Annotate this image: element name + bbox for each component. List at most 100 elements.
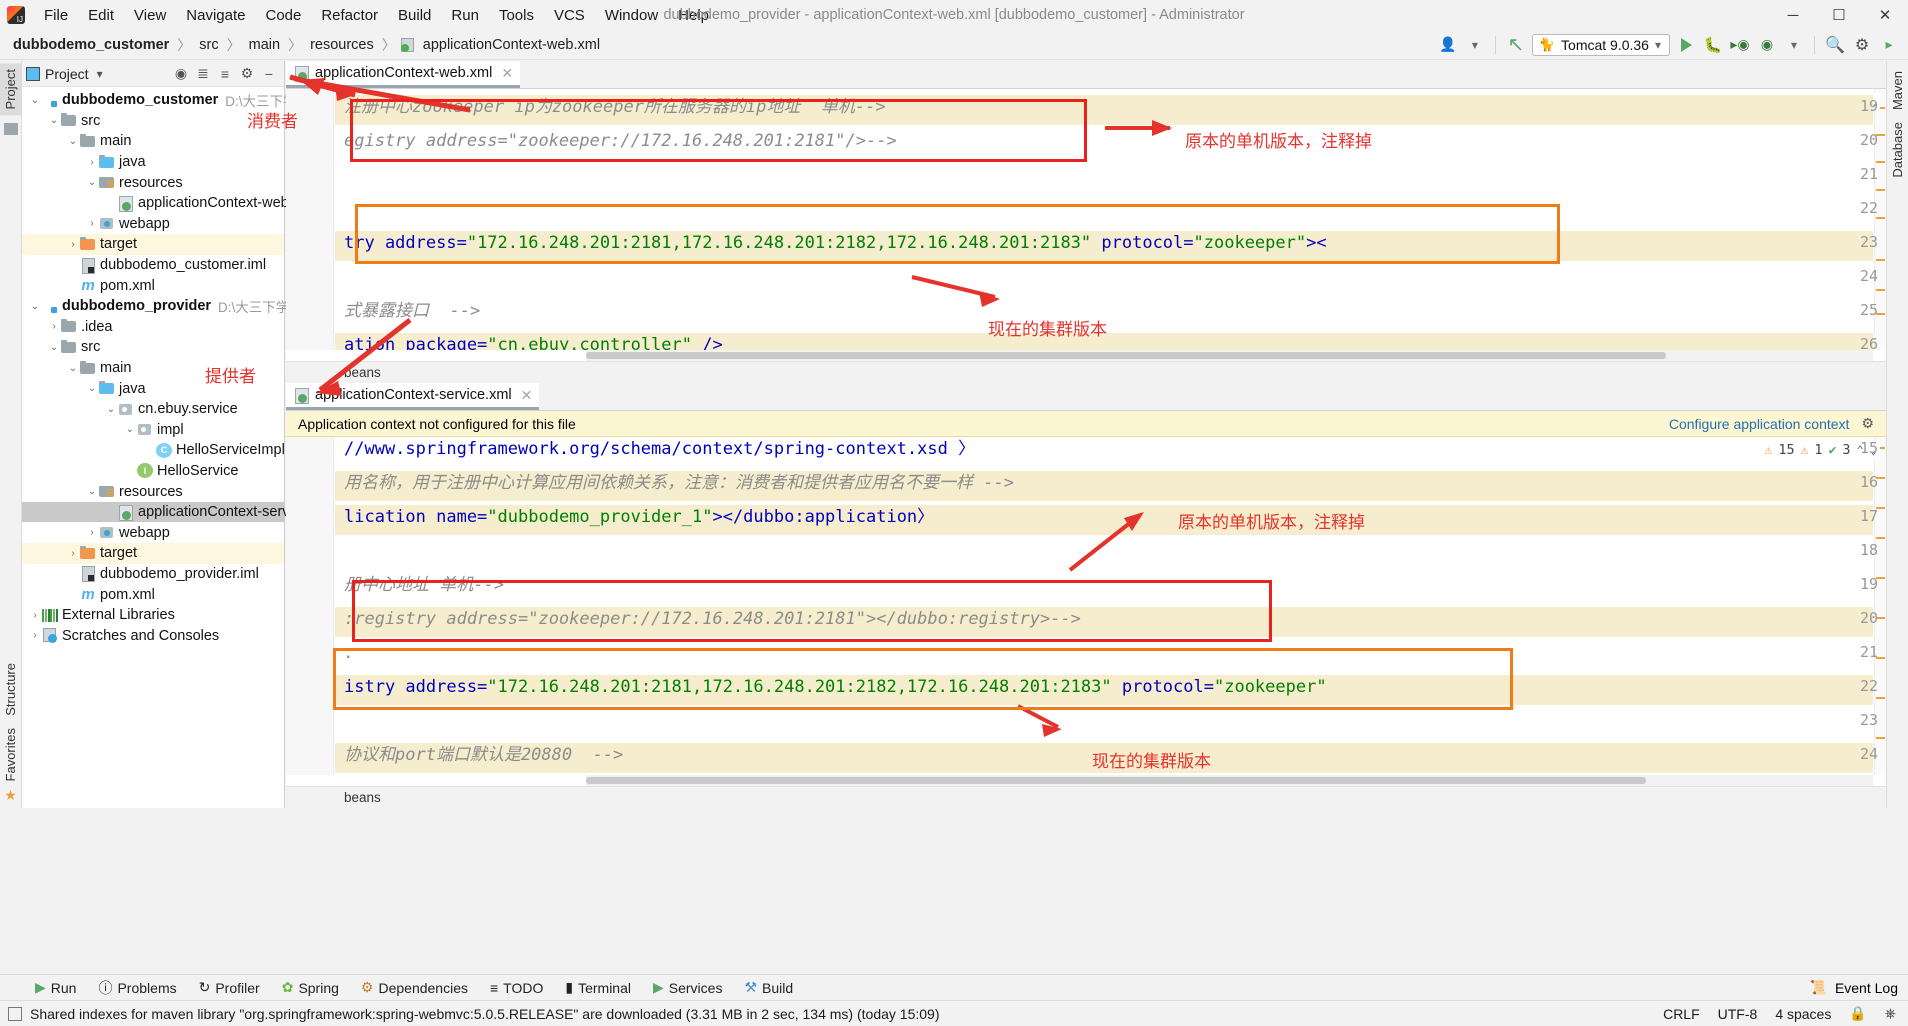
toolwindow-build[interactable]: ⚒ Build (733, 979, 804, 996)
chevron-right-icon[interactable]: › (123, 465, 137, 476)
locate-icon[interactable]: ◉ (170, 63, 192, 85)
chevron-down-icon[interactable]: ⌄ (85, 383, 99, 394)
tree-node-webapp[interactable]: › webapp (22, 522, 284, 543)
chevron-right-icon[interactable]: › (66, 280, 80, 291)
tree-node-helloserviceimpl[interactable]: ›CHelloServiceImpl (22, 440, 285, 461)
tree-node-main[interactable]: ⌄ main (22, 131, 284, 152)
chevron-right-icon[interactable]: › (104, 507, 118, 518)
editor-tab-applicationcontext-web[interactable]: applicationContext-web.xml ✕ (286, 61, 521, 88)
tree-node-idea[interactable]: › .idea (22, 317, 284, 338)
minimize-button[interactable]: ─ (1770, 0, 1816, 30)
chevron-down-icon[interactable]: ⌄ (85, 486, 99, 497)
toolwindow-todo[interactable]: ≡ TODO (479, 980, 554, 996)
window-controls[interactable]: ─ ☐ ✕ (1770, 0, 1908, 30)
user-group-icon[interactable]: 👤 (1437, 34, 1459, 56)
gear-icon[interactable]: ⚙ (236, 63, 258, 85)
tree-node-webapp[interactable]: › webapp (22, 214, 284, 235)
chevron-down-icon[interactable]: ⌄ (85, 177, 99, 188)
debug-icon[interactable]: 🐛 (1702, 34, 1724, 56)
chevron-right-icon[interactable]: › (66, 548, 80, 559)
breadcrumb-module[interactable]: dubbodemo_customer (10, 36, 172, 54)
profiler-icon[interactable]: ◉ (1756, 34, 1778, 56)
line-separator-label[interactable]: CRLF (1663, 1006, 1700, 1022)
breadcrumb-main[interactable]: main (246, 36, 283, 54)
chevron-down-icon[interactable]: ⌄ (47, 342, 61, 353)
structure-mini-icon[interactable] (3, 123, 18, 136)
chevron-right-icon[interactable]: › (28, 630, 42, 641)
close-icon[interactable]: ✕ (521, 387, 533, 404)
tree-node-dubbodemo-provider-iml[interactable]: › dubbodemo_provider.iml (22, 564, 284, 585)
tree-node-cn-ebuy-service[interactable]: ⌄ cn.ebuy.service (22, 399, 284, 420)
horizontal-scrollbar-bottom[interactable] (586, 775, 1873, 786)
chevron-down-icon[interactable]: ⌄ (123, 424, 137, 435)
tree-node-dubbodemo-provider[interactable]: ⌄ dubbodemo_provider D:\大三下学 (22, 296, 290, 317)
chevron-right-icon[interactable]: › (47, 321, 61, 332)
code-line[interactable]: ation package="cn.ebuy.controller" /> (344, 335, 723, 350)
chevron-right-icon[interactable]: › (66, 239, 80, 250)
toolwindow-problems[interactable]: ⓘ Problems (87, 978, 187, 998)
expand-all-icon[interactable]: ≣ (192, 63, 214, 85)
tree-node-src[interactable]: ⌄ src (22, 111, 284, 132)
tree-node-target[interactable]: › target (22, 234, 284, 255)
code-line[interactable]: 协议和port端口默认是20880 --> (344, 745, 623, 765)
branch-icon[interactable]: ⎈ (1885, 1005, 1896, 1022)
toolwindow-profiler[interactable]: ↻ Profiler (188, 979, 271, 996)
code-line[interactable]: lication name="dubbodemo_provider_1"></d… (344, 507, 934, 527)
tree-node-dubbodemo-customer-iml[interactable]: › dubbodemo_customer.iml (22, 255, 284, 276)
chevron-down-icon[interactable]: ⌄ (47, 115, 61, 126)
chevron-down-icon[interactable]: ⌄ (104, 404, 118, 415)
chevron-right-icon[interactable]: › (85, 218, 99, 229)
tree-node-target[interactable]: › target (22, 543, 284, 564)
close-button[interactable]: ✕ (1862, 0, 1908, 30)
chevron-right-icon[interactable]: › (66, 589, 80, 600)
code-line[interactable]: //www.springframework.org/schema/context… (344, 439, 975, 459)
editor-bottom-breadcrumb[interactable]: beans (286, 786, 1886, 808)
chevron-right-icon[interactable]: › (85, 157, 99, 168)
lock-icon[interactable]: 🔒 (1849, 1005, 1866, 1022)
tool-tab-maven[interactable]: Maven (1887, 65, 1908, 116)
hide-icon[interactable]: − (258, 63, 280, 85)
code-line[interactable]: 式暴露接口 --> (344, 301, 480, 321)
tree-node-pom-xml[interactable]: ›m pom.xml (22, 584, 284, 605)
tree-node-applicationcontext-serv[interactable]: › applicationContext-serv (22, 501, 290, 523)
tree-node-scratches-and-consoles[interactable]: › Scratches and Consoles (22, 625, 284, 646)
run-configuration-selector[interactable]: 🐈 Tomcat 9.0.36 ▾ (1531, 33, 1670, 56)
run-coverage-icon[interactable]: ▸◉ (1729, 34, 1751, 56)
tree-node-pom-xml[interactable]: ›m pom.xml (22, 275, 284, 296)
menu-view[interactable]: View (124, 4, 176, 27)
chevron-down-icon[interactable]: ▾ (1783, 34, 1805, 56)
menu-edit[interactable]: Edit (78, 4, 124, 27)
chevron-right-icon[interactable]: › (85, 527, 99, 538)
tool-tab-structure[interactable]: Structure (0, 657, 21, 722)
chevron-right-icon[interactable]: › (104, 198, 118, 209)
toolwindow-spring[interactable]: ✿ Spring (271, 979, 350, 996)
menu-tools[interactable]: Tools (489, 4, 544, 27)
toolwindow-services[interactable]: ▶ Services (642, 979, 733, 996)
chevron-right-icon[interactable]: › (66, 260, 80, 271)
editor-bottom-tabstrip[interactable]: applicationContext-service.xml ✕ (286, 383, 1886, 411)
gear-icon[interactable]: ⚙ (1861, 415, 1874, 432)
breadcrumb[interactable]: dubbodemo_customer 〉 src 〉 main 〉 resour… (0, 35, 603, 55)
tree-node-external-libraries[interactable]: › External Libraries (22, 605, 284, 626)
tree-node-java[interactable]: › java (22, 152, 284, 173)
dropdown-arrow-icon[interactable]: ▾ (1464, 34, 1486, 56)
toolwindow-run[interactable]: ▶ Run (24, 979, 87, 996)
breadcrumb-src[interactable]: src (196, 36, 221, 54)
tool-tab-database[interactable]: Database (1887, 116, 1908, 184)
menu-refactor[interactable]: Refactor (311, 4, 388, 27)
menu-help[interactable]: Help (668, 4, 719, 27)
breadcrumb-file[interactable]: applicationContext-web.xml (420, 36, 603, 54)
menu-run[interactable]: Run (441, 4, 489, 27)
editor-tab-applicationcontext-service[interactable]: applicationContext-service.xml ✕ (286, 383, 540, 410)
notifications-icon[interactable]: ▸ (1878, 34, 1900, 56)
tree-node-resources[interactable]: ⌄ resources (22, 481, 284, 502)
tree-node-src[interactable]: ⌄ src (22, 337, 284, 358)
chevron-right-icon[interactable]: › (142, 445, 156, 456)
chevron-right-icon[interactable]: › (66, 568, 80, 579)
horizontal-scrollbar-top[interactable] (586, 350, 1873, 361)
maximize-button[interactable]: ☐ (1816, 0, 1862, 30)
tool-tab-project[interactable]: Project (0, 63, 21, 116)
menu-window[interactable]: Window (595, 4, 668, 27)
tree-node-impl[interactable]: ⌄ impl (22, 420, 284, 441)
menu-navigate[interactable]: Navigate (176, 4, 255, 27)
